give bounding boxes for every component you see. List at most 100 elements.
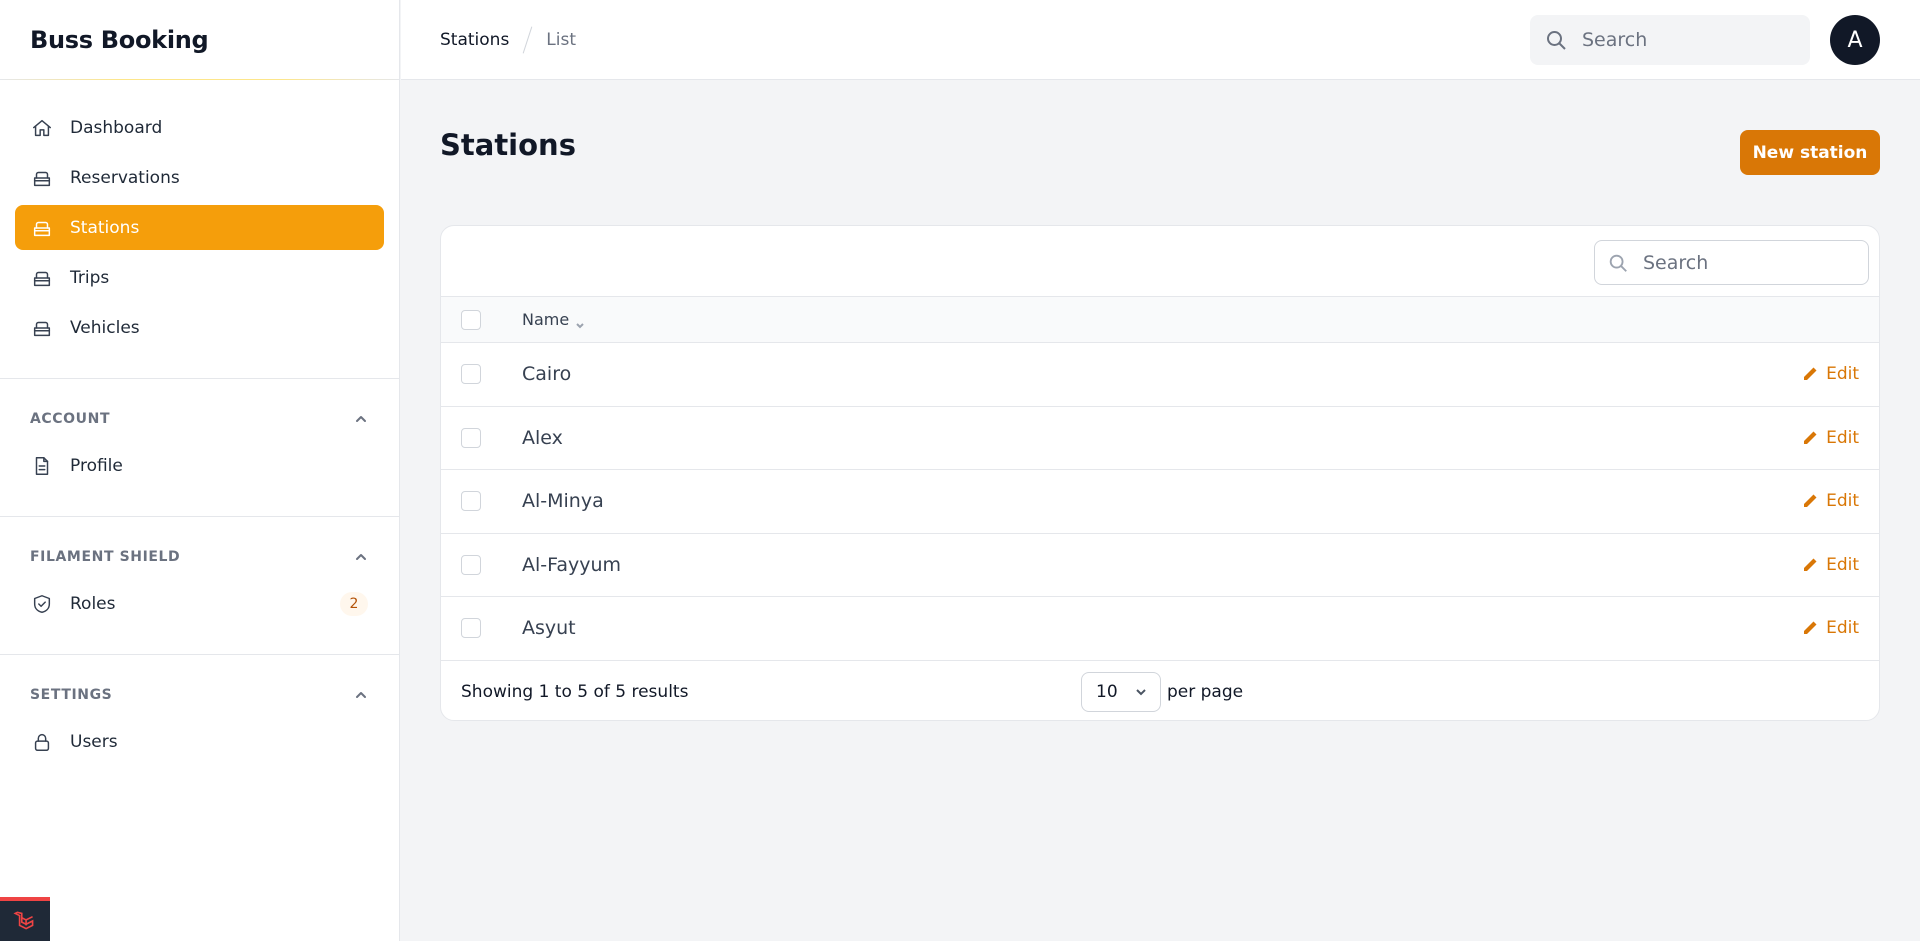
column-header-label: Name: [522, 310, 570, 329]
table-search-input[interactable]: [1643, 251, 1853, 274]
group-title: ACCOUNT: [30, 411, 111, 427]
per-page-control: 10 per page: [1081, 671, 1244, 712]
pencil-icon: [1804, 558, 1817, 571]
station-name: Cairo: [522, 363, 572, 386]
sidebar-item-label: Vehicles: [70, 317, 140, 338]
breadcrumb: Stations List: [401, 26, 576, 54]
group-title: SETTINGS: [30, 687, 113, 703]
row-checkbox[interactable]: [461, 618, 481, 639]
table-row[interactable]: Asyut Edit: [441, 597, 1879, 661]
sidebar-item-label: Profile: [70, 455, 123, 476]
app-title[interactable]: Buss Booking: [30, 26, 209, 54]
breadcrumb-separator: [522, 26, 533, 53]
pencil-icon: [1804, 494, 1817, 508]
station-name: Alex: [522, 426, 563, 449]
sidebar-item-reservations[interactable]: Reservations: [15, 155, 384, 200]
sidebar-item-label: Trips: [70, 267, 110, 288]
edit-label: Edit: [1826, 364, 1859, 385]
edit-label: Edit: [1826, 491, 1859, 512]
sidebar-item-dashboard[interactable]: Dashboard: [15, 105, 384, 150]
archive-icon: [30, 216, 54, 240]
roles-count-badge: 2: [340, 591, 368, 616]
pencil-icon: [1804, 367, 1817, 381]
nav-group-settings: SETTINGS Users: [0, 654, 399, 764]
station-name: Al-Fayyum: [522, 553, 621, 576]
brand: Buss Booking: [0, 0, 400, 80]
table-row[interactable]: Al-Minya Edit: [441, 470, 1879, 534]
select-all-checkbox[interactable]: [461, 309, 481, 330]
sidebar-item-label: Stations: [70, 217, 140, 238]
new-station-button[interactable]: New station: [1740, 130, 1880, 175]
sidebar-item-trips[interactable]: Trips: [15, 255, 384, 300]
page-title: Stations: [440, 128, 576, 162]
nav-group-account: ACCOUNT Profile: [0, 378, 399, 488]
archive-icon: [30, 166, 54, 190]
sidebar-item-label: Roles: [70, 593, 116, 614]
pencil-icon: [1804, 431, 1817, 444]
per-page-label: per page: [1167, 681, 1244, 702]
table-row[interactable]: Alex Edit: [441, 407, 1879, 470]
avatar[interactable]: A: [1830, 15, 1880, 65]
edit-link[interactable]: Edit: [1802, 555, 1859, 575]
row-checkbox[interactable]: [461, 554, 481, 575]
archive-icon: [30, 266, 54, 290]
archive-icon: [30, 316, 54, 340]
table-header: Name: [441, 297, 1879, 343]
sort-chevron-icon: [575, 315, 585, 328]
group-header-filament-shield[interactable]: FILAMENT SHIELD: [15, 541, 384, 573]
stations-table: Name Cairo Edit Alex Edit Al-Minya Edit …: [440, 225, 1880, 721]
group-header-settings[interactable]: SETTINGS: [15, 679, 384, 711]
chevron-up-icon[interactable]: [353, 411, 369, 427]
edit-label: Edit: [1826, 554, 1859, 575]
chevron-down-icon: [1136, 688, 1146, 695]
main-nav: Dashboard Reservations Stations Trips Ve…: [0, 80, 399, 350]
table-toolbar: [441, 226, 1879, 297]
sidebar-item-label: Users: [70, 731, 118, 752]
pencil-icon: [1804, 621, 1817, 635]
shield-check-icon: [30, 592, 54, 616]
sidebar-item-label: Reservations: [70, 167, 180, 188]
sidebar: Buss Booking Dashboard Reservations Stat…: [0, 0, 400, 941]
table-row[interactable]: Al-Fayyum Edit: [441, 534, 1879, 597]
table-row[interactable]: Cairo Edit: [441, 343, 1879, 407]
sidebar-item-roles[interactable]: Roles 2: [15, 581, 384, 626]
sidebar-item-label: Dashboard: [70, 117, 163, 138]
column-header-name[interactable]: Name: [522, 310, 585, 329]
table-footer: Showing 1 to 5 of 5 results 10 per page: [441, 661, 1879, 721]
edit-link[interactable]: Edit: [1802, 428, 1859, 448]
lock-icon: [30, 730, 54, 754]
sidebar-item-profile[interactable]: Profile: [15, 443, 384, 488]
table-search[interactable]: [1594, 240, 1869, 285]
sidebar-item-vehicles[interactable]: Vehicles: [15, 305, 384, 350]
edit-label: Edit: [1826, 427, 1859, 448]
edit-link[interactable]: Edit: [1802, 491, 1859, 511]
group-title: FILAMENT SHIELD: [30, 549, 181, 565]
brand-divider: [0, 79, 400, 80]
global-search[interactable]: [1530, 15, 1810, 65]
breadcrumb-stations[interactable]: Stations: [440, 30, 509, 50]
global-search-input[interactable]: [1582, 29, 1782, 51]
edit-link[interactable]: Edit: [1802, 618, 1859, 638]
home-icon: [30, 116, 54, 140]
nav-group-filament-shield: FILAMENT SHIELD Roles 2: [0, 516, 399, 626]
search-icon: [1609, 254, 1627, 272]
sidebar-item-stations[interactable]: Stations: [15, 205, 384, 250]
group-header-account[interactable]: ACCOUNT: [15, 403, 384, 435]
station-name: Al-Minya: [522, 490, 604, 513]
edit-link[interactable]: Edit: [1802, 364, 1859, 384]
per-page-select[interactable]: 10: [1081, 671, 1161, 712]
row-checkbox[interactable]: [461, 427, 481, 448]
chevron-up-icon[interactable]: [353, 687, 369, 703]
chevron-up-icon[interactable]: [353, 549, 369, 565]
sidebar-item-users[interactable]: Users: [15, 719, 384, 764]
edit-label: Edit: [1826, 618, 1859, 639]
search-icon: [1547, 31, 1566, 50]
per-page-value: 10: [1096, 681, 1118, 702]
laravel-debugbar-icon[interactable]: [0, 897, 50, 941]
station-name: Asyut: [522, 617, 576, 640]
topbar: Stations List A: [401, 0, 1920, 80]
results-summary: Showing 1 to 5 of 5 results: [461, 681, 689, 702]
row-checkbox[interactable]: [461, 364, 481, 385]
row-checkbox[interactable]: [461, 491, 481, 512]
breadcrumb-list: List: [546, 29, 577, 50]
